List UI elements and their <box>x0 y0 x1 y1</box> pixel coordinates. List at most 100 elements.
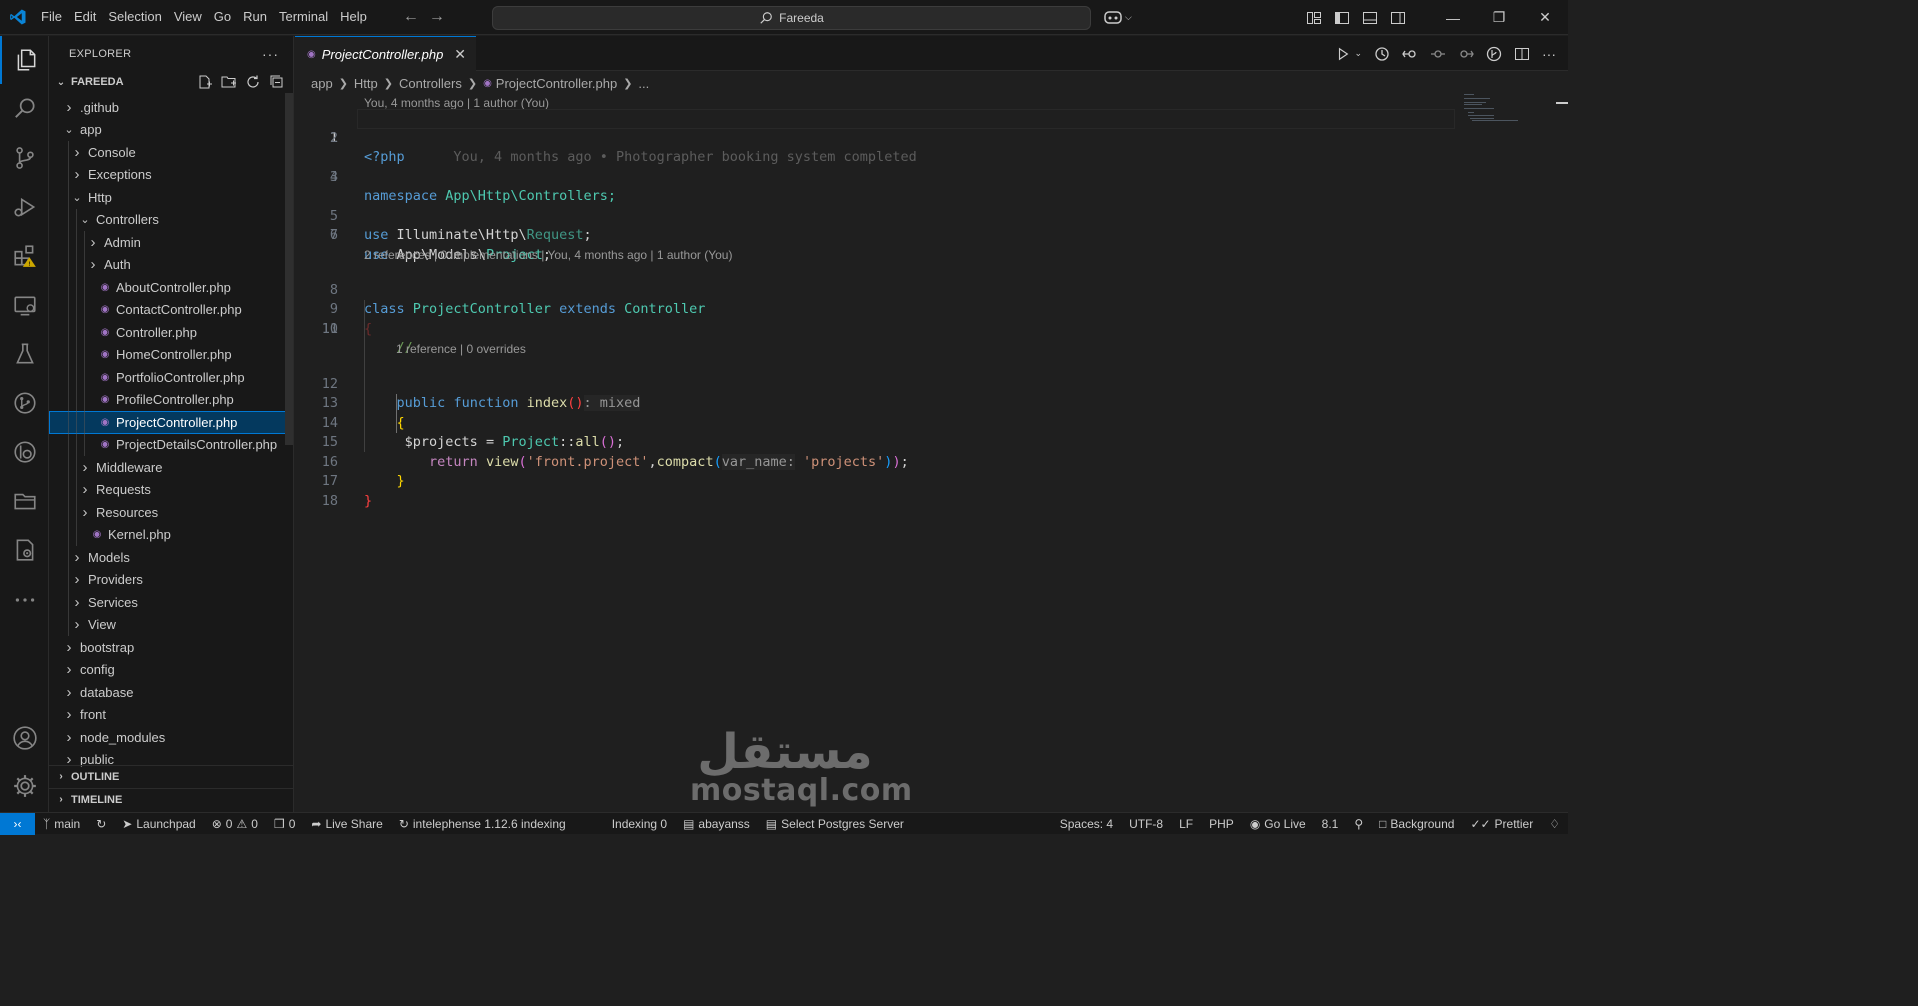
file-item[interactable]: ◉ ProfileController.php <box>49 388 293 411</box>
menu-run[interactable]: Run <box>237 6 273 28</box>
refresh-icon[interactable] <box>245 74 261 90</box>
folder-item[interactable]: › Services <box>49 591 293 614</box>
eol-status[interactable]: LF <box>1171 817 1201 831</box>
file-item[interactable]: ◉ Kernel.php <box>49 523 293 546</box>
commit-icon[interactable] <box>1430 46 1446 62</box>
more-actions-icon[interactable]: ··· <box>1542 46 1556 62</box>
search-icon[interactable] <box>0 84 49 132</box>
timeline-section[interactable]: › TIMELINE <box>49 788 293 810</box>
command-center-search[interactable]: Fareeda <box>492 6 1091 30</box>
menu-help[interactable]: Help <box>334 6 373 28</box>
folder-item[interactable]: ⌄ app <box>49 119 293 142</box>
menu-edit[interactable]: Edit <box>68 6 102 28</box>
background-status[interactable]: □ Background <box>1371 817 1462 831</box>
minimap[interactable] <box>1462 94 1554 134</box>
folder-item[interactable]: › Middleware <box>49 456 293 479</box>
menu-file[interactable]: File <box>35 6 68 28</box>
git-graph-icon[interactable] <box>0 379 49 427</box>
sidebar-scrollbar[interactable] <box>285 93 293 445</box>
ports-status[interactable]: ❒ 0 <box>266 817 303 831</box>
folder-item[interactable]: › Exceptions <box>49 163 293 186</box>
close-window-icon[interactable]: ✕ <box>1522 0 1568 35</box>
prettier-status[interactable]: ✓✓ Prettier <box>1462 817 1541 831</box>
language-status[interactable]: PHP <box>1201 817 1242 831</box>
database-settings-icon[interactable] <box>0 526 49 574</box>
folder-item[interactable]: › Providers <box>49 568 293 591</box>
breadcrumb-item[interactable]: ProjectController.php <box>496 76 617 91</box>
tab-project-controller[interactable]: ◉ ProjectController.php ✕ <box>295 36 476 71</box>
next-change-icon[interactable] <box>1458 46 1474 62</box>
notifications-status[interactable]: ♢ <box>1541 817 1568 831</box>
previous-change-icon[interactable] <box>1402 46 1418 62</box>
codelens-references[interactable]: 2 references | 0 implementations | You, … <box>364 248 732 262</box>
run-debug-icon[interactable] <box>0 183 49 231</box>
breadcrumb-item[interactable]: Controllers <box>399 76 462 91</box>
folder-item[interactable]: › Resources <box>49 501 293 524</box>
folder-item[interactable]: › config <box>49 659 293 682</box>
toggle-primary-sidebar-icon[interactable] <box>1334 10 1350 26</box>
folder-item[interactable]: ⌄ Http <box>49 186 293 209</box>
file-item[interactable]: ◉ ContactController.php <box>49 298 293 321</box>
collapse-all-icon[interactable] <box>269 74 285 90</box>
codelens-method-references[interactable]: 1 reference | 0 overrides <box>396 342 526 356</box>
forward-arrow-icon[interactable]: → <box>429 9 445 25</box>
remote-explorer-icon[interactable] <box>0 282 49 330</box>
location-status[interactable]: ⚲ <box>1346 817 1371 831</box>
indentation-status[interactable]: Spaces: 4 <box>1052 817 1121 831</box>
folder-item[interactable]: › View <box>49 613 293 636</box>
sync-status[interactable]: ↻ <box>88 817 114 831</box>
file-item[interactable]: ◉ PortfolioController.php <box>49 366 293 389</box>
account-status[interactable]: ▤ abayanss <box>675 817 758 831</box>
extensions-icon[interactable]: ! <box>0 232 49 280</box>
gitlens-inspect-icon[interactable] <box>1486 46 1502 62</box>
settings-gear-icon[interactable] <box>0 762 49 810</box>
back-arrow-icon[interactable]: ← <box>403 9 419 25</box>
breadcrumb-item[interactable]: Http <box>354 76 378 91</box>
folder-item[interactable]: › Auth <box>49 253 293 276</box>
file-item[interactable]: ◉ ProjectController.php <box>49 411 293 434</box>
folder-item[interactable]: › front <box>49 704 293 727</box>
problems-status[interactable]: ⊗ 0 ⚠ 0 <box>204 817 266 831</box>
folder-item[interactable]: ⌄ Controllers <box>49 208 293 231</box>
split-editor-icon[interactable] <box>1514 46 1530 62</box>
project-manager-icon[interactable] <box>0 477 49 525</box>
gitlens-icon[interactable] <box>0 428 49 476</box>
folder-item[interactable]: › .github <box>49 96 293 119</box>
menu-terminal[interactable]: Terminal <box>273 6 334 28</box>
breadcrumb-item[interactable]: app <box>311 76 333 91</box>
file-item[interactable]: ◉ HomeController.php <box>49 343 293 366</box>
toggle-panel-icon[interactable] <box>1362 10 1378 26</box>
menu-selection[interactable]: Selection <box>102 6 167 28</box>
close-tab-icon[interactable]: ✕ <box>454 46 466 63</box>
file-item[interactable]: ◉ AboutController.php <box>49 276 293 299</box>
golive-status[interactable]: ◉ Go Live <box>1242 817 1314 831</box>
customize-layout-icon[interactable] <box>1306 10 1322 26</box>
postgres-status[interactable]: ▤ Select Postgres Server <box>758 817 912 831</box>
folder-item[interactable]: › Console <box>49 141 293 164</box>
code-editor[interactable]: You, 4 months ago | 1 author (You) 1 <?p… <box>295 94 1455 812</box>
timeline-history-icon[interactable] <box>1374 46 1390 62</box>
outline-section[interactable]: › OUTLINE <box>49 765 293 787</box>
php-version-status[interactable]: 8.1 <box>1314 817 1347 831</box>
chevron-down-icon[interactable]: ⌄ <box>1354 48 1362 59</box>
folder-item[interactable]: › Requests <box>49 478 293 501</box>
source-control-icon[interactable] <box>0 134 49 182</box>
run-icon[interactable] <box>1336 47 1350 61</box>
minimize-icon[interactable]: — <box>1430 0 1476 35</box>
accounts-icon[interactable] <box>0 714 49 762</box>
folder-item[interactable]: › bootstrap <box>49 636 293 659</box>
folder-item[interactable]: › node_modules <box>49 726 293 749</box>
file-item[interactable]: ◉ Controller.php <box>49 321 293 344</box>
file-item[interactable]: ◉ ProjectDetailsController.php <box>49 433 293 456</box>
liveshare-status[interactable]: ➦ Live Share <box>303 817 390 831</box>
copilot-button[interactable]: ⌵ <box>1103 8 1132 26</box>
folder-item[interactable]: › Models <box>49 546 293 569</box>
menu-go[interactable]: Go <box>208 6 237 28</box>
restore-icon[interactable]: ❐ <box>1476 0 1522 35</box>
encoding-status[interactable]: UTF-8 <box>1121 817 1171 831</box>
remote-indicator-icon[interactable]: ›‹ <box>0 812 35 835</box>
new-folder-icon[interactable] <box>221 74 237 90</box>
branch-status[interactable]: ᛉ main <box>35 817 88 831</box>
launchpad-status[interactable]: ➤ Launchpad <box>114 817 203 831</box>
more-actions-icon[interactable]: ··· <box>262 46 279 62</box>
